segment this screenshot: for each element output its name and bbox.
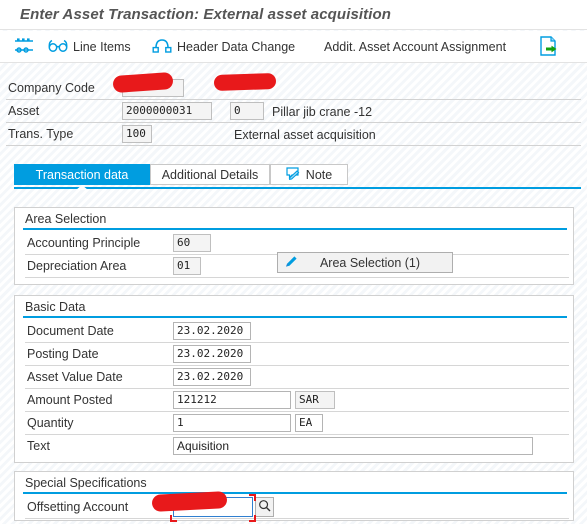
sap-transaction-screen: Enter Asset Transaction: External asset … [0,0,587,524]
area-selection-title: Area Selection [25,212,107,226]
offsetting-account-row: Offsetting Account [25,494,569,522]
tab-additional-details-label: Additional Details [161,167,259,182]
quantity-label: Quantity [27,416,74,430]
special-specifications-title: Special Specifications [25,476,147,490]
quantity-input[interactable]: 1 [173,414,291,432]
search-icon [258,499,271,515]
row-divider [25,411,569,412]
text-input[interactable]: Aquisition [173,437,533,455]
trans-type-row: Trans. Type 100 External asset acquisiti… [6,124,581,146]
tab-transaction-data[interactable]: Transaction data [14,164,150,185]
quantity-unit[interactable]: EA [295,414,323,432]
tab-transaction-data-label: Transaction data [35,167,129,182]
company-code-row: Company Code [6,78,581,100]
offsetting-account-label: Offsetting Account [27,500,129,514]
focus-corner-bottom-left [170,515,177,522]
asset-label: Asset [8,104,40,118]
toolbar-addit-asset-account-assignment-label: Addit. Asset Account Assignment [324,40,507,54]
simulate-icon [14,37,34,58]
row-divider [25,388,569,389]
document-date-label: Document Date [27,324,114,338]
special-specifications-panel: Special Specifications Offsetting Accoun… [14,471,574,522]
header-fields: Company Code Asset 2000000031 0 Pillar j… [6,64,581,146]
amount-posted-input[interactable]: 121212 [173,391,291,409]
trans-type-description: External asset acquisition [234,128,376,142]
toolbar-header-data-change-button[interactable]: Header Data Change [152,35,295,59]
area-selection-panel: Area Selection Accounting Principle 60 D… [14,207,574,285]
special-specifications-underline [23,492,567,494]
amount-posted-currency[interactable]: SAR [295,391,335,409]
depreciation-area-label: Depreciation Area [27,259,127,273]
toolbar-header-data-change-label: Header Data Change [177,40,296,54]
text-row: Text Aquisition [25,436,569,458]
area-selection-underline [23,228,567,230]
active-tab-caret [76,185,88,190]
glasses-icon [48,39,68,56]
toolbar-post-document-button[interactable] [538,35,560,59]
note-icon [286,166,300,183]
amount-posted-row: Amount Posted 121212 SAR [25,390,569,412]
area-selection-button-label: Area Selection (1) [319,255,421,270]
trans-type-label: Trans. Type [8,127,74,141]
quantity-row: Quantity 1 EA [25,413,569,435]
row-divider [25,365,569,366]
tab-additional-details[interactable]: Additional Details [150,164,270,185]
row-divider [6,99,581,100]
trans-type-input[interactable]: 100 [122,125,152,143]
document-date-row: Document Date 23.02.2020 [25,321,569,343]
amount-posted-label: Amount Posted [27,393,113,407]
toolbar-line-items-label: Line Items [73,40,131,54]
posting-date-row: Posting Date 23.02.2020 [25,344,569,366]
accounting-principle-label: Accounting Principle [27,236,141,250]
row-divider [25,342,569,343]
toolbar-line-items-button[interactable]: Line Items [48,35,131,59]
tab-note-label: Note [305,167,333,182]
asset-row: Asset 2000000031 0 Pillar jib crane -12 [6,101,581,123]
toolbar: Line Items Header Data Change Addit. Ass… [0,31,587,63]
posting-date-label: Posting Date [27,347,99,361]
offsetting-account-search-help-button[interactable] [255,497,274,517]
asset-value-date-label: Asset Value Date [27,370,123,384]
header-change-icon [152,38,172,56]
accounting-principle-input[interactable]: 60 [173,234,211,252]
row-divider [6,122,581,123]
tab-strip-underline [14,187,581,189]
toolbar-addit-asset-account-assignment-button[interactable]: Addit. Asset Account Assignment [324,35,506,59]
pencil-icon [284,254,299,272]
row-divider [25,434,569,435]
focus-corner-top-right [249,494,256,501]
tab-strip: Transaction data Additional Details Note [6,164,581,190]
company-code-label: Company Code [8,81,95,95]
asset-value-date-row: Asset Value Date 23.02.2020 [25,367,569,389]
asset-subnumber-input[interactable]: 0 [230,102,264,120]
window-title-bar: Enter Asset Transaction: External asset … [0,0,587,30]
page-title: Enter Asset Transaction: External asset … [20,6,392,23]
basic-data-title: Basic Data [25,300,86,314]
row-divider [25,277,569,278]
focus-corner-bottom-right [249,515,256,522]
row-divider [25,518,569,519]
row-divider [6,145,581,146]
basic-data-underline [23,316,567,318]
asset-number-input[interactable]: 2000000031 [122,102,212,120]
depreciation-area-input[interactable]: 01 [173,257,201,275]
tab-note[interactable]: Note [270,164,348,185]
toolbar-simulate-button[interactable] [14,35,34,59]
document-date-input[interactable]: 23.02.2020 [173,322,251,340]
post-document-icon [538,35,560,60]
area-selection-button[interactable]: Area Selection (1) [277,252,453,273]
text-label: Text [27,439,50,453]
posting-date-input[interactable]: 23.02.2020 [173,345,251,363]
asset-value-date-input[interactable]: 23.02.2020 [173,368,251,386]
basic-data-panel: Basic Data Document Date 23.02.2020 Post… [14,295,574,463]
asset-description: Pillar jib crane -12 [272,105,373,119]
redaction-mark-company-name [213,72,277,92]
